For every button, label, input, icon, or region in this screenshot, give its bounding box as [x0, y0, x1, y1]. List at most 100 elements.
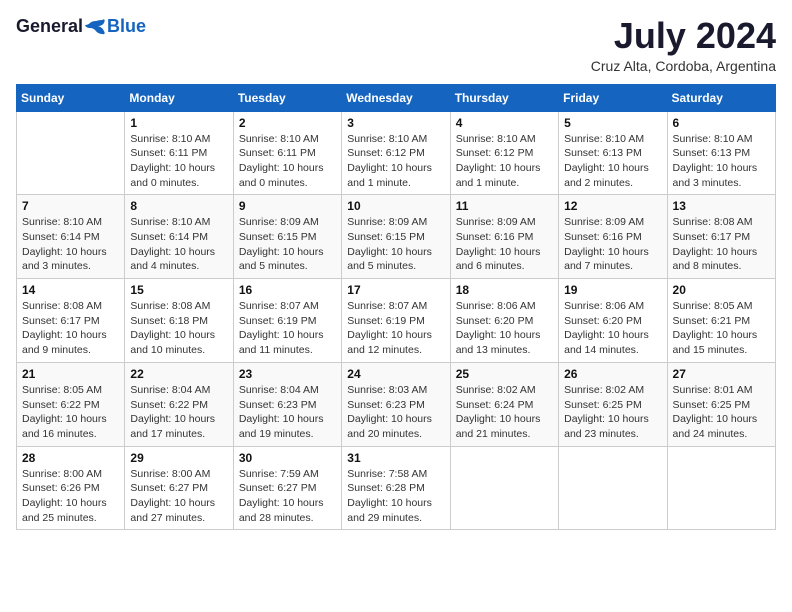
- calendar-cell: 20Sunrise: 8:05 AMSunset: 6:21 PMDayligh…: [667, 279, 775, 363]
- calendar-cell: 3 Sunrise: 8:10 AMSunset: 6:12 PMDaylight…: [342, 111, 450, 195]
- day-info: Sunrise: 8:06 AMSunset: 6:20 PMDaylight:…: [456, 299, 553, 358]
- day-info: Sunrise: 8:10 AMSunset: 6:11 PMDaylight:…: [130, 132, 227, 191]
- calendar-cell: 16 Sunrise: 8:07 AMSunset: 6:19 PMDayligh…: [233, 279, 341, 363]
- day-number: 13: [673, 199, 770, 213]
- calendar-week-row: 7 Sunrise: 8:10 AMSunset: 6:14 PMDaylight…: [17, 195, 776, 279]
- day-info: Sunrise: 8:02 AMSunset: 6:24 PMDaylight:…: [456, 383, 553, 442]
- day-info: Sunrise: 8:10 AMSunset: 6:12 PMDaylight:…: [347, 132, 444, 191]
- day-number: 29: [130, 451, 227, 465]
- day-number: 5: [564, 116, 661, 130]
- calendar-cell: 25 Sunrise: 8:02 AMSunset: 6:24 PMDayligh…: [450, 362, 558, 446]
- logo-general-text: General: [16, 16, 83, 37]
- day-info: Sunrise: 8:00 AMSunset: 6:27 PMDaylight:…: [130, 467, 227, 526]
- month-title: July 2024: [591, 16, 776, 56]
- calendar-cell: 17 Sunrise: 8:07 AMSunset: 6:19 PMDayligh…: [342, 279, 450, 363]
- day-info: Sunrise: 8:10 AMSunset: 6:11 PMDaylight:…: [239, 132, 336, 191]
- day-number: 31: [347, 451, 444, 465]
- calendar-cell: 11 Sunrise: 8:09 AMSunset: 6:16 PMDayligh…: [450, 195, 558, 279]
- calendar-cell: 21Sunrise: 8:05 AMSunset: 6:22 PMDayligh…: [17, 362, 125, 446]
- day-info: Sunrise: 8:09 AMSunset: 6:15 PMDaylight:…: [347, 215, 444, 274]
- day-number: 12: [564, 199, 661, 213]
- calendar-cell: 4 Sunrise: 8:10 AMSunset: 6:12 PMDaylight…: [450, 111, 558, 195]
- calendar-cell: 23Sunrise: 8:04 AMSunset: 6:23 PMDayligh…: [233, 362, 341, 446]
- day-number: 16: [239, 283, 336, 297]
- day-number: 21: [22, 367, 119, 381]
- calendar-week-row: 14 Sunrise: 8:08 AMSunset: 6:17 PMDayligh…: [17, 279, 776, 363]
- calendar-cell: 31 Sunrise: 7:58 AMSunset: 6:28 PMDayligh…: [342, 446, 450, 530]
- day-number: 25: [456, 367, 553, 381]
- day-number: 24: [347, 367, 444, 381]
- day-number: 15: [130, 283, 227, 297]
- day-number: 1: [130, 116, 227, 130]
- day-number: 20: [673, 283, 770, 297]
- day-number: 2: [239, 116, 336, 130]
- day-number: 11: [456, 199, 553, 213]
- calendar-week-row: 28Sunrise: 8:00 AMSunset: 6:26 PMDayligh…: [17, 446, 776, 530]
- day-info: Sunrise: 8:10 AMSunset: 6:12 PMDaylight:…: [456, 132, 553, 191]
- day-info: Sunrise: 8:10 AMSunset: 6:14 PMDaylight:…: [130, 215, 227, 274]
- day-info: Sunrise: 8:08 AMSunset: 6:17 PMDaylight:…: [673, 215, 770, 274]
- calendar-cell: 13 Sunrise: 8:08 AMSunset: 6:17 PMDayligh…: [667, 195, 775, 279]
- day-number: 8: [130, 199, 227, 213]
- calendar-cell: 15 Sunrise: 8:08 AMSunset: 6:18 PMDayligh…: [125, 279, 233, 363]
- day-number: 30: [239, 451, 336, 465]
- logo-bird-icon: [84, 18, 106, 36]
- calendar-cell: 6Sunrise: 8:10 AMSunset: 6:13 PMDaylight…: [667, 111, 775, 195]
- day-number: 18: [456, 283, 553, 297]
- day-number: 23: [239, 367, 336, 381]
- calendar-cell: 28Sunrise: 8:00 AMSunset: 6:26 PMDayligh…: [17, 446, 125, 530]
- calendar-cell: [667, 446, 775, 530]
- header-friday: Friday: [559, 84, 667, 111]
- calendar-week-row: 21Sunrise: 8:05 AMSunset: 6:22 PMDayligh…: [17, 362, 776, 446]
- calendar-cell: 2 Sunrise: 8:10 AMSunset: 6:11 PMDaylight…: [233, 111, 341, 195]
- title-area: July 2024 Cruz Alta, Cordoba, Argentina: [591, 16, 776, 74]
- day-info: Sunrise: 8:09 AMSunset: 6:16 PMDaylight:…: [456, 215, 553, 274]
- day-number: 27: [673, 367, 770, 381]
- day-info: Sunrise: 8:07 AMSunset: 6:19 PMDaylight:…: [239, 299, 336, 358]
- day-number: 26: [564, 367, 661, 381]
- calendar-cell: 12 Sunrise: 8:09 AMSunset: 6:16 PMDayligh…: [559, 195, 667, 279]
- calendar-cell: [17, 111, 125, 195]
- day-number: 6: [673, 116, 770, 130]
- logo: General Blue: [16, 16, 146, 37]
- day-number: 22: [130, 367, 227, 381]
- day-info: Sunrise: 7:59 AMSunset: 6:27 PMDaylight:…: [239, 467, 336, 526]
- day-info: Sunrise: 8:04 AMSunset: 6:22 PMDaylight:…: [130, 383, 227, 442]
- day-info: Sunrise: 8:01 AMSunset: 6:25 PMDaylight:…: [673, 383, 770, 442]
- day-number: 7: [22, 199, 119, 213]
- calendar-cell: 9Sunrise: 8:09 AMSunset: 6:15 PMDaylight…: [233, 195, 341, 279]
- calendar-cell: 19Sunrise: 8:06 AMSunset: 6:20 PMDayligh…: [559, 279, 667, 363]
- calendar-cell: 22 Sunrise: 8:04 AMSunset: 6:22 PMDayligh…: [125, 362, 233, 446]
- day-info: Sunrise: 8:06 AMSunset: 6:20 PMDaylight:…: [564, 299, 661, 358]
- calendar-cell: 29 Sunrise: 8:00 AMSunset: 6:27 PMDayligh…: [125, 446, 233, 530]
- calendar-cell: 18 Sunrise: 8:06 AMSunset: 6:20 PMDayligh…: [450, 279, 558, 363]
- calendar-cell: 26 Sunrise: 8:02 AMSunset: 6:25 PMDayligh…: [559, 362, 667, 446]
- calendar-cell: 24 Sunrise: 8:03 AMSunset: 6:23 PMDayligh…: [342, 362, 450, 446]
- day-number: 17: [347, 283, 444, 297]
- day-info: Sunrise: 7:58 AMSunset: 6:28 PMDaylight:…: [347, 467, 444, 526]
- day-number: 4: [456, 116, 553, 130]
- day-number: 10: [347, 199, 444, 213]
- calendar-cell: 10 Sunrise: 8:09 AMSunset: 6:15 PMDayligh…: [342, 195, 450, 279]
- page-header: General Blue July 2024 Cruz Alta, Cordob…: [16, 16, 776, 74]
- day-info: Sunrise: 8:10 AMSunset: 6:14 PMDaylight:…: [22, 215, 119, 274]
- day-info: Sunrise: 8:03 AMSunset: 6:23 PMDaylight:…: [347, 383, 444, 442]
- calendar-cell: [450, 446, 558, 530]
- calendar-header-row: SundayMondayTuesdayWednesdayThursdayFrid…: [17, 84, 776, 111]
- day-number: 14: [22, 283, 119, 297]
- day-info: Sunrise: 8:07 AMSunset: 6:19 PMDaylight:…: [347, 299, 444, 358]
- day-info: Sunrise: 8:09 AMSunset: 6:15 PMDaylight:…: [239, 215, 336, 274]
- day-info: Sunrise: 8:02 AMSunset: 6:25 PMDaylight:…: [564, 383, 661, 442]
- header-sunday: Sunday: [17, 84, 125, 111]
- calendar-cell: 30 Sunrise: 7:59 AMSunset: 6:27 PMDayligh…: [233, 446, 341, 530]
- day-info: Sunrise: 8:09 AMSunset: 6:16 PMDaylight:…: [564, 215, 661, 274]
- day-info: Sunrise: 8:08 AMSunset: 6:18 PMDaylight:…: [130, 299, 227, 358]
- calendar-cell: 7 Sunrise: 8:10 AMSunset: 6:14 PMDaylight…: [17, 195, 125, 279]
- location-title: Cruz Alta, Cordoba, Argentina: [591, 58, 776, 74]
- calendar-cell: 8 Sunrise: 8:10 AMSunset: 6:14 PMDaylight…: [125, 195, 233, 279]
- header-thursday: Thursday: [450, 84, 558, 111]
- day-number: 3: [347, 116, 444, 130]
- day-info: Sunrise: 8:08 AMSunset: 6:17 PMDaylight:…: [22, 299, 119, 358]
- logo-blue-text: Blue: [107, 16, 146, 37]
- calendar-cell: 14 Sunrise: 8:08 AMSunset: 6:17 PMDayligh…: [17, 279, 125, 363]
